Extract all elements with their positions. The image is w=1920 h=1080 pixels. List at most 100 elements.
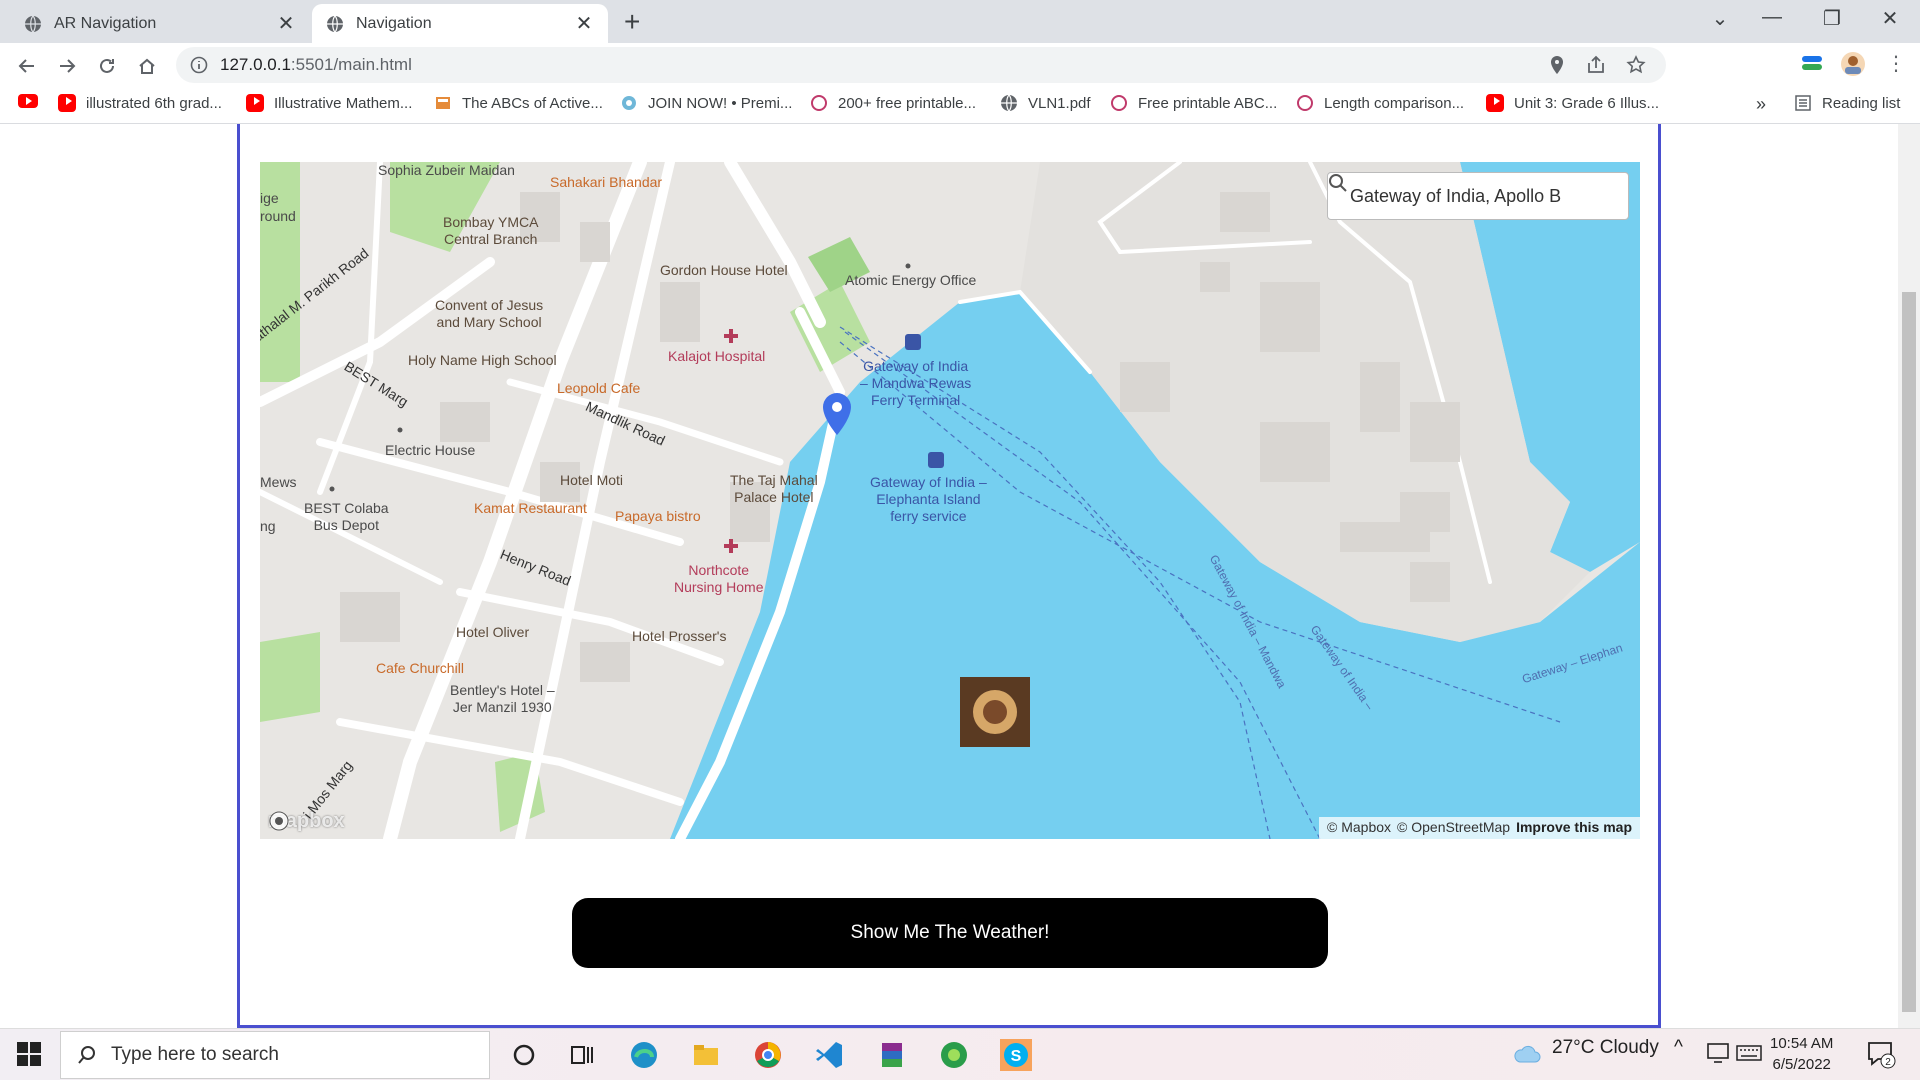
clock-time: 10:54 AM	[1770, 1035, 1834, 1052]
tab-strip: AR Navigation ✕ Navigation ✕ + ⌄ — ❐ ✕	[0, 0, 1920, 43]
taskbar-search-box[interactable]: Type here to search	[60, 1031, 490, 1079]
location-pin-icon[interactable]	[1548, 55, 1566, 75]
bookmark-item[interactable]: Illustrative Mathem...	[246, 94, 412, 112]
keyboard-icon[interactable]	[1736, 1041, 1762, 1065]
map-label: Gateway of India – Elephanta Island ferr…	[870, 474, 987, 524]
bookmark-item[interactable]: 200+ free printable...	[810, 94, 976, 112]
svg-text:S: S	[1011, 1048, 1022, 1065]
arrow-right-icon	[60, 59, 76, 73]
bookmark-item[interactable]: Length comparison...	[1296, 94, 1464, 112]
home-button[interactable]	[132, 51, 162, 81]
tab-label: Navigation	[356, 14, 432, 32]
tray-overflow-icon[interactable]: ^	[1674, 1037, 1683, 1059]
more-bookmarks-icon[interactable]: »	[1756, 94, 1766, 115]
new-tab-button[interactable]: +	[624, 6, 640, 38]
bookmark-label: VLN1.pdf	[1028, 94, 1091, 112]
map-label: Cafe Churchill	[376, 660, 464, 676]
close-tab-icon[interactable]: ✕	[276, 11, 296, 36]
bookmark-item[interactable]: Unit 3: Grade 6 Illus...	[1486, 94, 1659, 112]
mapbox-attribution-link[interactable]: © Mapbox	[1327, 819, 1391, 837]
bookmark-item[interactable]: The ABCs of Active...	[434, 94, 603, 112]
map-label: Mews	[260, 474, 297, 490]
map-label: round	[260, 208, 296, 224]
map-label: Hotel Moti	[560, 472, 624, 488]
youtube-icon	[18, 94, 38, 108]
tab-search-icon[interactable]: ⌄	[1700, 6, 1740, 31]
youtube-shortcut[interactable]	[18, 94, 38, 108]
cloud-weather-icon[interactable]	[1512, 1039, 1542, 1071]
improve-map-link[interactable]: Improve this map	[1516, 819, 1632, 837]
map-label: Hotel Prosser's	[632, 628, 727, 644]
file-explorer-icon[interactable]	[690, 1039, 722, 1071]
bookmark-item[interactable]: VLN1.pdf	[1000, 94, 1091, 112]
menu-icon[interactable]: ⋮	[1886, 51, 1906, 76]
map-label: ng	[260, 518, 276, 534]
globe-icon	[25, 15, 41, 32]
map-label: The Taj Mahal Palace Hotel	[730, 472, 818, 505]
tab-ar-navigation[interactable]: AR Navigation ✕	[10, 4, 310, 43]
tab-navigation[interactable]: Navigation ✕	[312, 4, 608, 43]
map-label: Northcote Nursing Home	[674, 562, 764, 595]
map-label: ige	[260, 190, 279, 206]
photo-thumbnail	[960, 677, 1030, 747]
map-container[interactable]: Sophia Zubeir Maidan Sahakari Bhandar Bo…	[260, 162, 1640, 839]
youtube-icon	[1486, 94, 1504, 112]
map-label: Bombay YMCA Central Branch	[443, 214, 539, 247]
profile-avatar[interactable]	[1840, 51, 1866, 82]
map-search-input[interactable]	[1350, 185, 1600, 207]
reload-button[interactable]	[92, 51, 122, 81]
windows-start-icon[interactable]	[16, 1041, 42, 1067]
osm-attribution-link[interactable]: © OpenStreetMap	[1397, 819, 1510, 837]
show-weather-button[interactable]: Show Me The Weather!	[572, 898, 1328, 968]
forward-button[interactable]	[52, 51, 82, 81]
page-scrollbar[interactable]	[1898, 124, 1920, 1028]
task-view-icon[interactable]	[566, 1039, 598, 1071]
skype-icon[interactable]: S	[1000, 1039, 1032, 1071]
bookmark-item[interactable]: JOIN NOW! • Premi...	[620, 94, 792, 112]
map-label: Bentley's Hotel – Jer Manzil 1930	[450, 682, 555, 715]
site-icon	[1297, 95, 1313, 111]
close-window-button[interactable]: ✕	[1870, 6, 1910, 31]
edge-icon[interactable]	[628, 1039, 660, 1071]
search-icon	[1329, 174, 1347, 192]
windows-taskbar: Type here to search S 27°C Cloudy ^ 10:5…	[0, 1028, 1920, 1080]
reading-list-button[interactable]: Reading list	[1794, 94, 1900, 112]
edge-dev-icon[interactable]	[938, 1039, 970, 1071]
reload-icon	[100, 58, 114, 73]
notification-count: 2	[1885, 1057, 1891, 1068]
back-button[interactable]	[12, 51, 42, 81]
info-icon[interactable]	[190, 56, 208, 74]
youtube-icon	[58, 94, 76, 112]
scrollbar-thumb[interactable]	[1902, 292, 1916, 1012]
url-host: 127.0.0.1	[220, 55, 291, 74]
restore-button[interactable]: ❐	[1812, 6, 1852, 31]
address-bar[interactable]: 127.0.0.1:5501/main.html	[176, 47, 1666, 83]
home-icon	[139, 58, 155, 74]
winrar-icon[interactable]	[876, 1039, 908, 1071]
extension-icon[interactable]	[1800, 51, 1824, 80]
display-icon[interactable]	[1706, 1041, 1730, 1065]
map-label: Leopold Cafe	[557, 380, 641, 396]
star-icon[interactable]	[1626, 55, 1646, 75]
map-label: Papaya bistro	[615, 508, 701, 524]
map-search-box[interactable]	[1327, 172, 1629, 220]
mapbox-logo[interactable]: mapbox	[268, 810, 345, 833]
close-tab-icon[interactable]: ✕	[574, 11, 594, 36]
site-icon	[622, 96, 636, 110]
bookmark-label: JOIN NOW! • Premi...	[648, 94, 793, 112]
vscode-icon[interactable]	[814, 1039, 846, 1071]
minimize-button[interactable]: —	[1752, 6, 1792, 29]
map-label: Kalajot Hospital	[668, 348, 766, 364]
chrome-icon[interactable]	[752, 1039, 784, 1071]
bookmark-label: The ABCs of Active...	[462, 94, 603, 112]
browser-toolbar: 127.0.0.1:5501/main.html ⋮	[0, 43, 1920, 88]
bookmark-item[interactable]: illustrated 6th grad...	[58, 94, 222, 112]
share-icon[interactable]	[1586, 55, 1606, 75]
tab-label: AR Navigation	[54, 14, 157, 32]
notification-icon[interactable]: 2	[1866, 1039, 1896, 1069]
bookmark-item[interactable]: Free printable ABC...	[1110, 94, 1277, 112]
system-clock[interactable]: 10:54 AM 6/5/2022	[1770, 1033, 1833, 1075]
weather-text[interactable]: 27°C Cloudy	[1552, 1037, 1659, 1059]
map-label: Gordon House Hotel	[660, 262, 788, 278]
cortana-icon[interactable]	[508, 1039, 540, 1071]
